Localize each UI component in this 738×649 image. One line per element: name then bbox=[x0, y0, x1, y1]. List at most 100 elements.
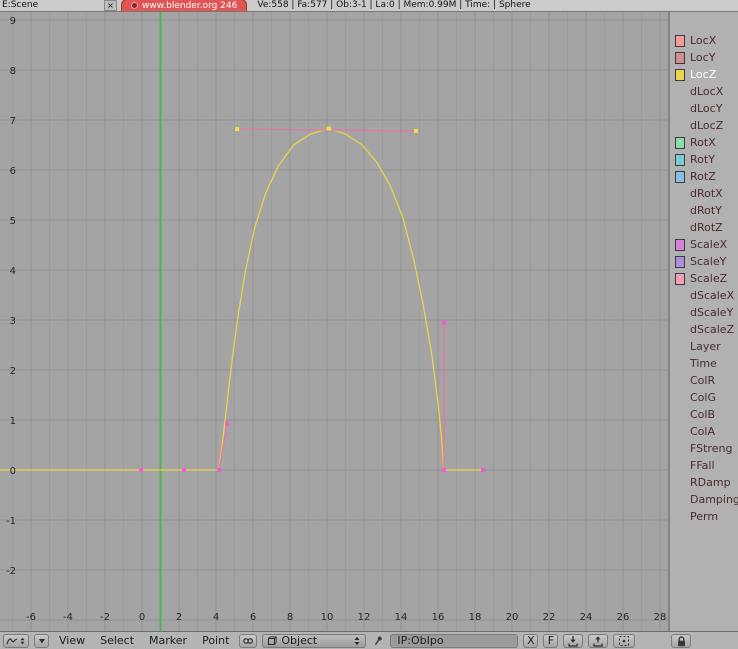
channel-dscalex[interactable]: dScaleX bbox=[670, 287, 738, 304]
channel-label: dRotZ bbox=[690, 221, 723, 234]
ipo-datablock-name: IP:ObIpo bbox=[397, 634, 444, 647]
svg-text:26: 26 bbox=[617, 612, 630, 623]
svg-text:-4: -4 bbox=[63, 612, 73, 623]
channel-scalez[interactable]: ScaleZ bbox=[670, 270, 738, 287]
channel-color-swatch bbox=[675, 511, 685, 523]
fake-user-button[interactable]: F bbox=[543, 633, 559, 648]
channel-color-swatch bbox=[675, 170, 685, 183]
channel-color-swatch bbox=[675, 392, 685, 404]
channel-label: RotZ bbox=[690, 170, 716, 183]
channel-label: Layer bbox=[690, 340, 721, 353]
channel-label: dScaleY bbox=[690, 306, 734, 319]
svg-text:10: 10 bbox=[321, 612, 334, 623]
menu-marker[interactable]: Marker bbox=[144, 633, 192, 649]
channel-rotx[interactable]: RotX bbox=[670, 134, 738, 151]
channel-label: ColR bbox=[690, 374, 716, 387]
channel-dscaley[interactable]: dScaleY bbox=[670, 304, 738, 321]
channel-color-swatch bbox=[675, 358, 685, 370]
channel-color-swatch bbox=[675, 375, 685, 387]
svg-text:14: 14 bbox=[395, 612, 408, 623]
svg-text:8: 8 bbox=[287, 612, 293, 623]
channel-colr[interactable]: ColR bbox=[670, 372, 738, 389]
channel-perm[interactable]: Perm bbox=[670, 508, 738, 525]
channel-scalex[interactable]: ScaleX bbox=[670, 236, 738, 253]
channel-locx[interactable]: LocX bbox=[670, 32, 738, 49]
info-header: E:Scene × www.blender.org 246 Ve:558 | F… bbox=[0, 0, 738, 12]
ipo-datablock-field[interactable]: IP:ObIpo bbox=[390, 633, 519, 648]
scene-unlink-button[interactable]: × bbox=[104, 0, 117, 11]
channel-drotx[interactable]: dRotX bbox=[670, 185, 738, 202]
menu-point[interactable]: Point bbox=[197, 633, 234, 649]
ipo-curve-area[interactable]: -6 -4 -2 0 2 4 6 8 10 12 14 16 18 20 22 24 26 28987654321… bbox=[0, 12, 668, 631]
channel-color-swatch bbox=[675, 222, 685, 234]
channel-drotz[interactable]: dRotZ bbox=[670, 219, 738, 236]
channel-label: ColG bbox=[690, 391, 716, 404]
svg-text:8: 8 bbox=[10, 66, 16, 77]
channel-time[interactable]: Time bbox=[670, 355, 738, 372]
svg-text:4: 4 bbox=[10, 266, 16, 277]
channel-droty[interactable]: dRotY bbox=[670, 202, 738, 219]
ipo-editor: -6 -4 -2 0 2 4 6 8 10 12 14 16 18 20 22 24 26 28 9 8 7 6 5 4 3 2 1… bbox=[0, 12, 738, 631]
object-icon bbox=[268, 635, 278, 645]
svg-text:16: 16 bbox=[432, 612, 445, 623]
channel-rotz[interactable]: RotZ bbox=[670, 168, 738, 185]
channel-locy[interactable]: LocY bbox=[670, 49, 738, 66]
channel-fstreng[interactable]: FStreng bbox=[670, 440, 738, 457]
menus-collapse-button[interactable] bbox=[34, 633, 49, 648]
channel-label: dRotX bbox=[690, 187, 723, 200]
channel-dlocx[interactable]: dLocX bbox=[670, 83, 738, 100]
channel-cola[interactable]: ColA bbox=[670, 423, 738, 440]
svg-text:4: 4 bbox=[213, 612, 219, 623]
show-keys-icon-button[interactable] bbox=[239, 633, 258, 648]
lock-update-button[interactable] bbox=[671, 633, 691, 648]
channel-damping[interactable]: Damping bbox=[670, 491, 738, 508]
svg-text:2: 2 bbox=[176, 612, 182, 623]
scene-stats: Ve:558 | Fa:577 | Ob:3-1 | La:0 | Mem:0.… bbox=[257, 0, 531, 10]
editor-type-button[interactable] bbox=[3, 633, 29, 648]
pin-icon[interactable] bbox=[371, 634, 385, 648]
channel-locz[interactable]: LocZ bbox=[670, 66, 738, 83]
channel-dlocz[interactable]: dLocZ bbox=[670, 117, 738, 134]
channel-ffall[interactable]: FFall bbox=[670, 457, 738, 474]
svg-text:20: 20 bbox=[506, 612, 519, 623]
channel-color-swatch bbox=[675, 443, 685, 455]
channel-layer[interactable]: Layer bbox=[670, 338, 738, 355]
channel-label: Damping bbox=[690, 493, 738, 506]
channel-roty[interactable]: RotY bbox=[670, 151, 738, 168]
channel-label: Time bbox=[690, 357, 717, 370]
copy-to-buffer-button[interactable] bbox=[563, 633, 584, 648]
channel-colb[interactable]: ColB bbox=[670, 406, 738, 423]
channel-color-swatch bbox=[675, 307, 685, 319]
channel-label: ScaleX bbox=[690, 238, 728, 251]
scene-name-field[interactable]: E:Scene bbox=[0, 0, 104, 11]
view-center-button[interactable] bbox=[613, 633, 636, 648]
keys-icon bbox=[243, 637, 254, 644]
svg-text:-6: -6 bbox=[26, 612, 36, 623]
svg-text:-2: -2 bbox=[6, 566, 16, 577]
channel-label: LocX bbox=[690, 34, 717, 47]
svg-text:5: 5 bbox=[10, 216, 16, 227]
blender-version-tab: www.blender.org 246 bbox=[121, 0, 248, 11]
channel-color-swatch bbox=[675, 409, 685, 421]
paste-from-buffer-button[interactable] bbox=[588, 633, 609, 648]
channel-rdamp[interactable]: RDamp bbox=[670, 474, 738, 491]
channel-label: dScaleX bbox=[690, 289, 735, 302]
svg-text:18: 18 bbox=[469, 612, 482, 623]
channel-label: RotY bbox=[690, 153, 715, 166]
channel-color-swatch bbox=[675, 103, 685, 115]
menu-select[interactable]: Select bbox=[95, 633, 139, 649]
channel-label: FStreng bbox=[690, 442, 733, 455]
channel-color-swatch bbox=[675, 136, 685, 149]
channel-dlocy[interactable]: dLocY bbox=[670, 100, 738, 117]
channel-colg[interactable]: ColG bbox=[670, 389, 738, 406]
channel-scaley[interactable]: ScaleY bbox=[670, 253, 738, 270]
stepper-arrows-icon[interactable] bbox=[353, 635, 361, 647]
ipo-type-dropdown[interactable]: Object bbox=[262, 633, 367, 648]
svg-text:0: 0 bbox=[10, 466, 16, 477]
unlink-ipo-button[interactable]: X bbox=[523, 633, 539, 648]
channel-dscalez[interactable]: dScaleZ bbox=[670, 321, 738, 338]
channel-color-swatch bbox=[675, 255, 685, 268]
menu-view[interactable]: View bbox=[54, 633, 90, 649]
channel-label: ColB bbox=[690, 408, 716, 421]
channel-label: Perm bbox=[690, 510, 719, 523]
